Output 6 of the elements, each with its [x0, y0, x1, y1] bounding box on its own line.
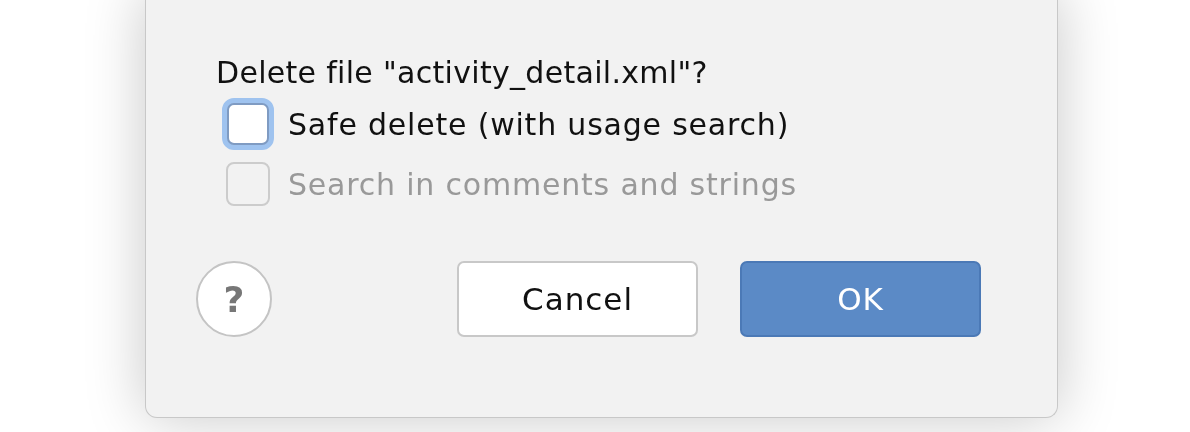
- cancel-button[interactable]: Cancel: [457, 261, 698, 337]
- checkbox-label: Safe delete (with usage search): [288, 106, 790, 142]
- help-button[interactable]: ?: [196, 261, 272, 337]
- checkbox-label: Search in comments and strings: [288, 166, 797, 202]
- dialog-message: Delete file "activity_detail.xml"?: [216, 54, 709, 92]
- ok-button[interactable]: OK: [740, 261, 981, 337]
